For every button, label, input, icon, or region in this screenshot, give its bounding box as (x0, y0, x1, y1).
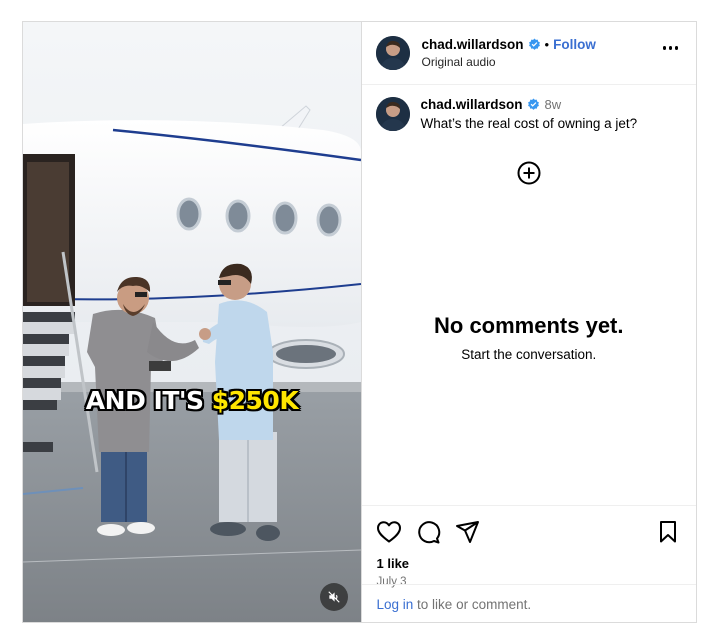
verified-badge-icon (528, 38, 541, 51)
overlay-text-yellow: $250K (211, 386, 299, 415)
post-card: AND IT'S $250K chad.willardson • Follow … (22, 21, 697, 623)
avatar[interactable] (375, 97, 410, 131)
bookmark-icon[interactable] (658, 520, 678, 549)
post-side-panel: chad.willardson • Follow Original audio (360, 22, 697, 622)
caption-timestamp[interactable]: 8w (545, 97, 562, 112)
audio-link[interactable]: Original audio (422, 55, 683, 69)
post-header: chad.willardson • Follow Original audio (361, 22, 696, 85)
empty-comments-title: No comments yet. (434, 313, 624, 338)
video-caption-overlay: AND IT'S $250K (23, 388, 361, 413)
comments-section: chad.willardson 8w What’s the real cost … (362, 85, 697, 505)
like-count[interactable]: 1 like (377, 556, 410, 571)
login-prompt: Log in to like or comment. (361, 584, 696, 622)
heart-icon[interactable] (376, 520, 402, 549)
author-username[interactable]: chad.willardson (422, 37, 524, 52)
plus-circle-icon[interactable] (517, 161, 541, 190)
empty-comments-subtitle: Start the conversation. (461, 347, 597, 362)
comment-icon[interactable] (416, 520, 441, 550)
caption-text: What’s the real cost of owning a jet? (420, 116, 638, 131)
avatar-image (375, 97, 410, 131)
overlay-text-white: AND IT'S (85, 386, 212, 415)
avatar-image (375, 36, 410, 70)
avatar[interactable] (375, 36, 410, 70)
login-suffix-text: to like or comment. (413, 597, 532, 612)
caption-username[interactable]: chad.willardson (421, 97, 523, 112)
separator-dot: • (544, 37, 550, 52)
follow-button[interactable]: Follow (553, 37, 596, 52)
send-icon[interactable] (455, 520, 480, 549)
caption-row: chad.willardson 8w What’s the real cost … (375, 97, 683, 131)
speaker-muted-icon (328, 591, 340, 603)
login-link[interactable]: Log in (377, 597, 414, 612)
post-media[interactable]: AND IT'S $250K (23, 22, 361, 622)
post-actions: 1 like July 3 Log in to like or comment. (361, 505, 696, 622)
more-horizontal-icon[interactable] (662, 46, 678, 50)
video-frame (23, 22, 361, 622)
mute-toggle-button[interactable] (320, 583, 348, 611)
verified-badge-icon (527, 98, 540, 111)
